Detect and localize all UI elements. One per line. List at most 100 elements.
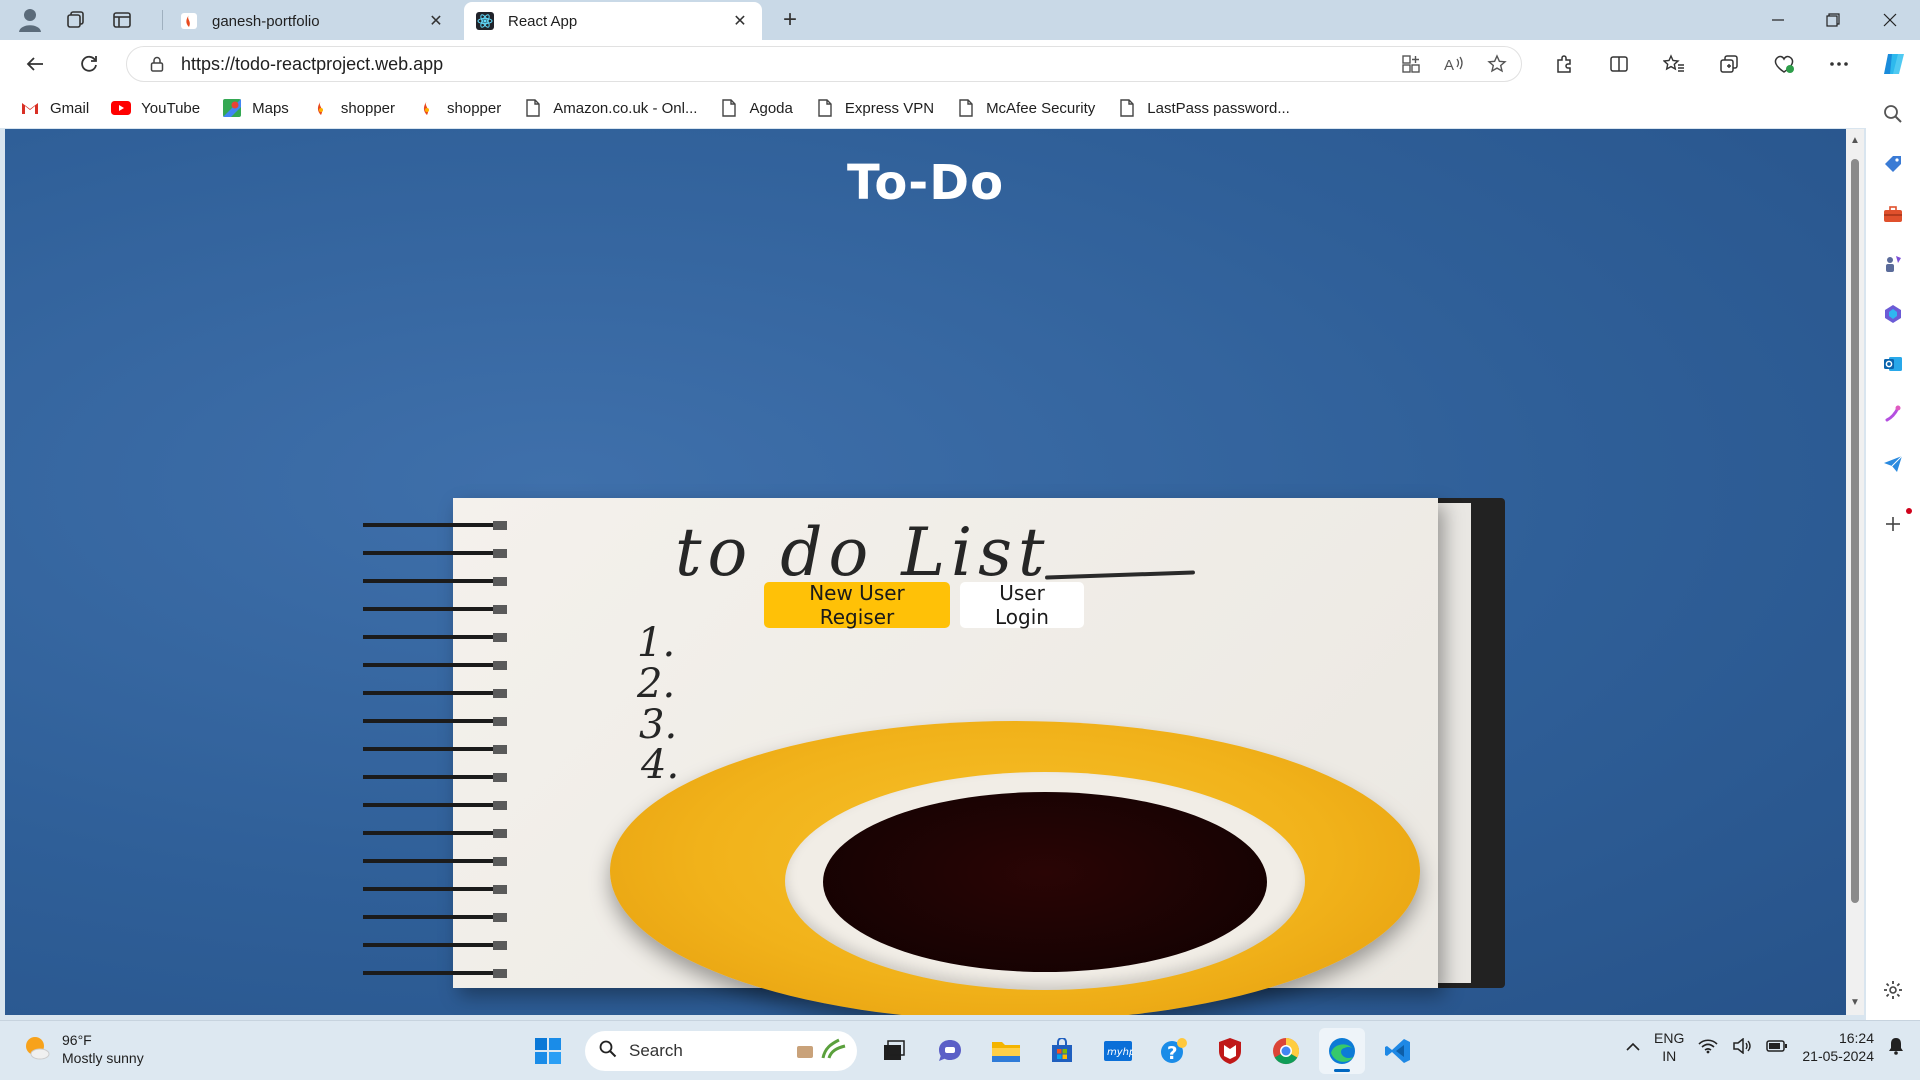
bookmark-amazon[interactable]: Amazon.co.uk - Onl... bbox=[523, 98, 697, 118]
copilot-icon[interactable] bbox=[1866, 40, 1920, 88]
close-window-button[interactable] bbox=[1862, 0, 1917, 40]
language-indicator[interactable]: ENG IN bbox=[1654, 1029, 1684, 1065]
system-tray: ENG IN 16:24 21-05-2024 bbox=[1626, 1029, 1904, 1065]
wifi-icon[interactable] bbox=[1698, 1038, 1718, 1057]
start-button[interactable] bbox=[525, 1028, 571, 1074]
scroll-up-arrow-icon[interactable]: ▲ bbox=[1850, 135, 1860, 146]
microsoft-365-icon[interactable] bbox=[1866, 292, 1920, 336]
refresh-button[interactable] bbox=[72, 48, 106, 80]
page-icon bbox=[1117, 98, 1137, 118]
chrome-icon[interactable] bbox=[1263, 1028, 1309, 1074]
file-explorer-icon[interactable] bbox=[983, 1028, 1029, 1074]
favorite-star-icon[interactable] bbox=[1487, 53, 1507, 77]
clock-time: 16:24 bbox=[1838, 1030, 1874, 1046]
browser-sidebar bbox=[1866, 88, 1920, 1020]
show-hidden-icons-chevron-up-icon[interactable] bbox=[1626, 1039, 1640, 1055]
vscode-icon[interactable] bbox=[1375, 1028, 1421, 1074]
search-icon[interactable] bbox=[1866, 92, 1920, 136]
games-icon[interactable] bbox=[1866, 242, 1920, 286]
bookmark-label: Amazon.co.uk - Onl... bbox=[553, 99, 698, 117]
sidebar-settings-icon[interactable] bbox=[1866, 968, 1920, 1012]
new-user-register-button[interactable]: New User Regiser bbox=[764, 581, 950, 629]
tab-react-app[interactable]: React App ✕ bbox=[464, 2, 762, 40]
tab-separator bbox=[162, 10, 163, 30]
minimize-button[interactable] bbox=[1750, 0, 1805, 40]
volume-icon[interactable] bbox=[1732, 1036, 1752, 1057]
bookmark-youtube[interactable]: YouTube bbox=[111, 98, 200, 118]
bookmark-label: LastPass password... bbox=[1147, 99, 1290, 117]
close-tab-icon[interactable]: ✕ bbox=[426, 11, 446, 31]
more-options-icon[interactable] bbox=[1811, 40, 1866, 88]
bookmark-express-vpn[interactable]: Express VPN bbox=[815, 98, 934, 118]
vertical-tabs-icon[interactable] bbox=[102, 5, 142, 35]
teams-chat-icon[interactable] bbox=[927, 1028, 973, 1074]
workspaces-icon[interactable] bbox=[56, 5, 96, 35]
edge-icon[interactable] bbox=[1319, 1028, 1365, 1074]
bookmark-mcafee[interactable]: McAfee Security bbox=[956, 98, 1095, 118]
weather-widget[interactable]: 96°F Mostly sunny bbox=[22, 1031, 144, 1067]
bookmark-label: shopper bbox=[447, 99, 502, 117]
address-bar[interactable]: https://todo-reactproject.web.app A bbox=[126, 46, 1522, 82]
close-tab-icon[interactable]: ✕ bbox=[730, 11, 750, 31]
tab-title: React App bbox=[508, 12, 578, 30]
page-icon bbox=[956, 98, 976, 118]
tab-ganesh-portfolio[interactable]: ganesh-portfolio ✕ bbox=[168, 2, 458, 40]
region-code: IN bbox=[1662, 1048, 1677, 1064]
lock-icon[interactable] bbox=[137, 56, 177, 72]
page-scrollbar[interactable]: ▲ ▼ bbox=[1846, 129, 1864, 1015]
notebook-spiral-binding bbox=[363, 521, 507, 978]
bookmark-maps[interactable]: Maps bbox=[222, 98, 289, 118]
bookmark-shopper-2[interactable]: shopper bbox=[417, 98, 501, 118]
add-sidebar-app-icon[interactable] bbox=[1866, 502, 1920, 546]
notifications-bell-icon[interactable] bbox=[1888, 1037, 1904, 1058]
task-view-icon[interactable] bbox=[871, 1028, 917, 1074]
bookmark-label: Agoda bbox=[749, 99, 793, 117]
page-icon bbox=[523, 98, 543, 118]
bookmark-lastpass[interactable]: LastPass password... bbox=[1117, 98, 1290, 118]
mcafee-icon[interactable] bbox=[1207, 1028, 1253, 1074]
bookmark-gmail[interactable]: Gmail bbox=[20, 98, 89, 118]
microsoft-store-icon[interactable] bbox=[1039, 1028, 1085, 1074]
page-title: To-Do bbox=[846, 155, 1005, 211]
youtube-icon bbox=[111, 98, 132, 118]
outlook-icon[interactable] bbox=[1866, 342, 1920, 386]
taskbar-search[interactable]: Search bbox=[585, 1031, 857, 1071]
svg-text:?: ? bbox=[1167, 1043, 1177, 1064]
page-viewport: To-Do to do List 1. 2. 3. 4. New User Re… bbox=[5, 129, 1846, 1015]
bookmark-label: shopper bbox=[340, 99, 396, 117]
collections-icon[interactable] bbox=[1701, 40, 1756, 88]
favorites-icon[interactable] bbox=[1646, 40, 1701, 88]
shopping-tag-icon[interactable] bbox=[1866, 142, 1920, 186]
new-tab-button[interactable]: + bbox=[775, 5, 805, 35]
tools-icon[interactable] bbox=[1866, 192, 1920, 236]
bookmark-shopper-1[interactable]: shopper bbox=[311, 98, 395, 118]
split-screen-icon[interactable] bbox=[1591, 40, 1646, 88]
notebook-number: 2. bbox=[637, 661, 676, 707]
designer-icon[interactable] bbox=[1866, 392, 1920, 436]
bookmark-label: YouTube bbox=[141, 99, 201, 117]
title-bar-left-group bbox=[10, 5, 142, 35]
clock[interactable]: 16:24 21-05-2024 bbox=[1802, 1029, 1874, 1065]
myhp-icon[interactable]: myhp bbox=[1095, 1028, 1141, 1074]
bookmark-label: Express VPN bbox=[844, 99, 935, 117]
bookmark-label: Gmail bbox=[50, 99, 90, 117]
notebook-heading: to do List bbox=[675, 514, 1051, 591]
url-text[interactable]: https://todo-reactproject.web.app bbox=[181, 54, 443, 75]
profile-avatar[interactable] bbox=[10, 5, 50, 35]
extensions-icon[interactable] bbox=[1536, 40, 1591, 88]
read-aloud-icon[interactable]: A bbox=[1443, 54, 1465, 77]
restore-button[interactable] bbox=[1805, 0, 1860, 40]
bookmark-label: McAfee Security bbox=[986, 99, 1096, 117]
notification-dot bbox=[1906, 508, 1912, 514]
user-login-button[interactable]: User Login bbox=[960, 581, 1084, 629]
help-icon[interactable]: ? bbox=[1151, 1028, 1197, 1074]
bookmark-agoda[interactable]: Agoda bbox=[719, 98, 793, 118]
scrollbar-thumb[interactable] bbox=[1851, 159, 1859, 903]
browser-essentials-icon[interactable] bbox=[1756, 40, 1811, 88]
scroll-down-arrow-icon[interactable]: ▼ bbox=[1850, 997, 1860, 1008]
page-icon bbox=[815, 98, 835, 118]
battery-icon[interactable] bbox=[1766, 1039, 1788, 1056]
back-button[interactable] bbox=[18, 48, 52, 80]
app-available-icon[interactable] bbox=[1401, 54, 1421, 77]
send-icon[interactable] bbox=[1866, 442, 1920, 486]
